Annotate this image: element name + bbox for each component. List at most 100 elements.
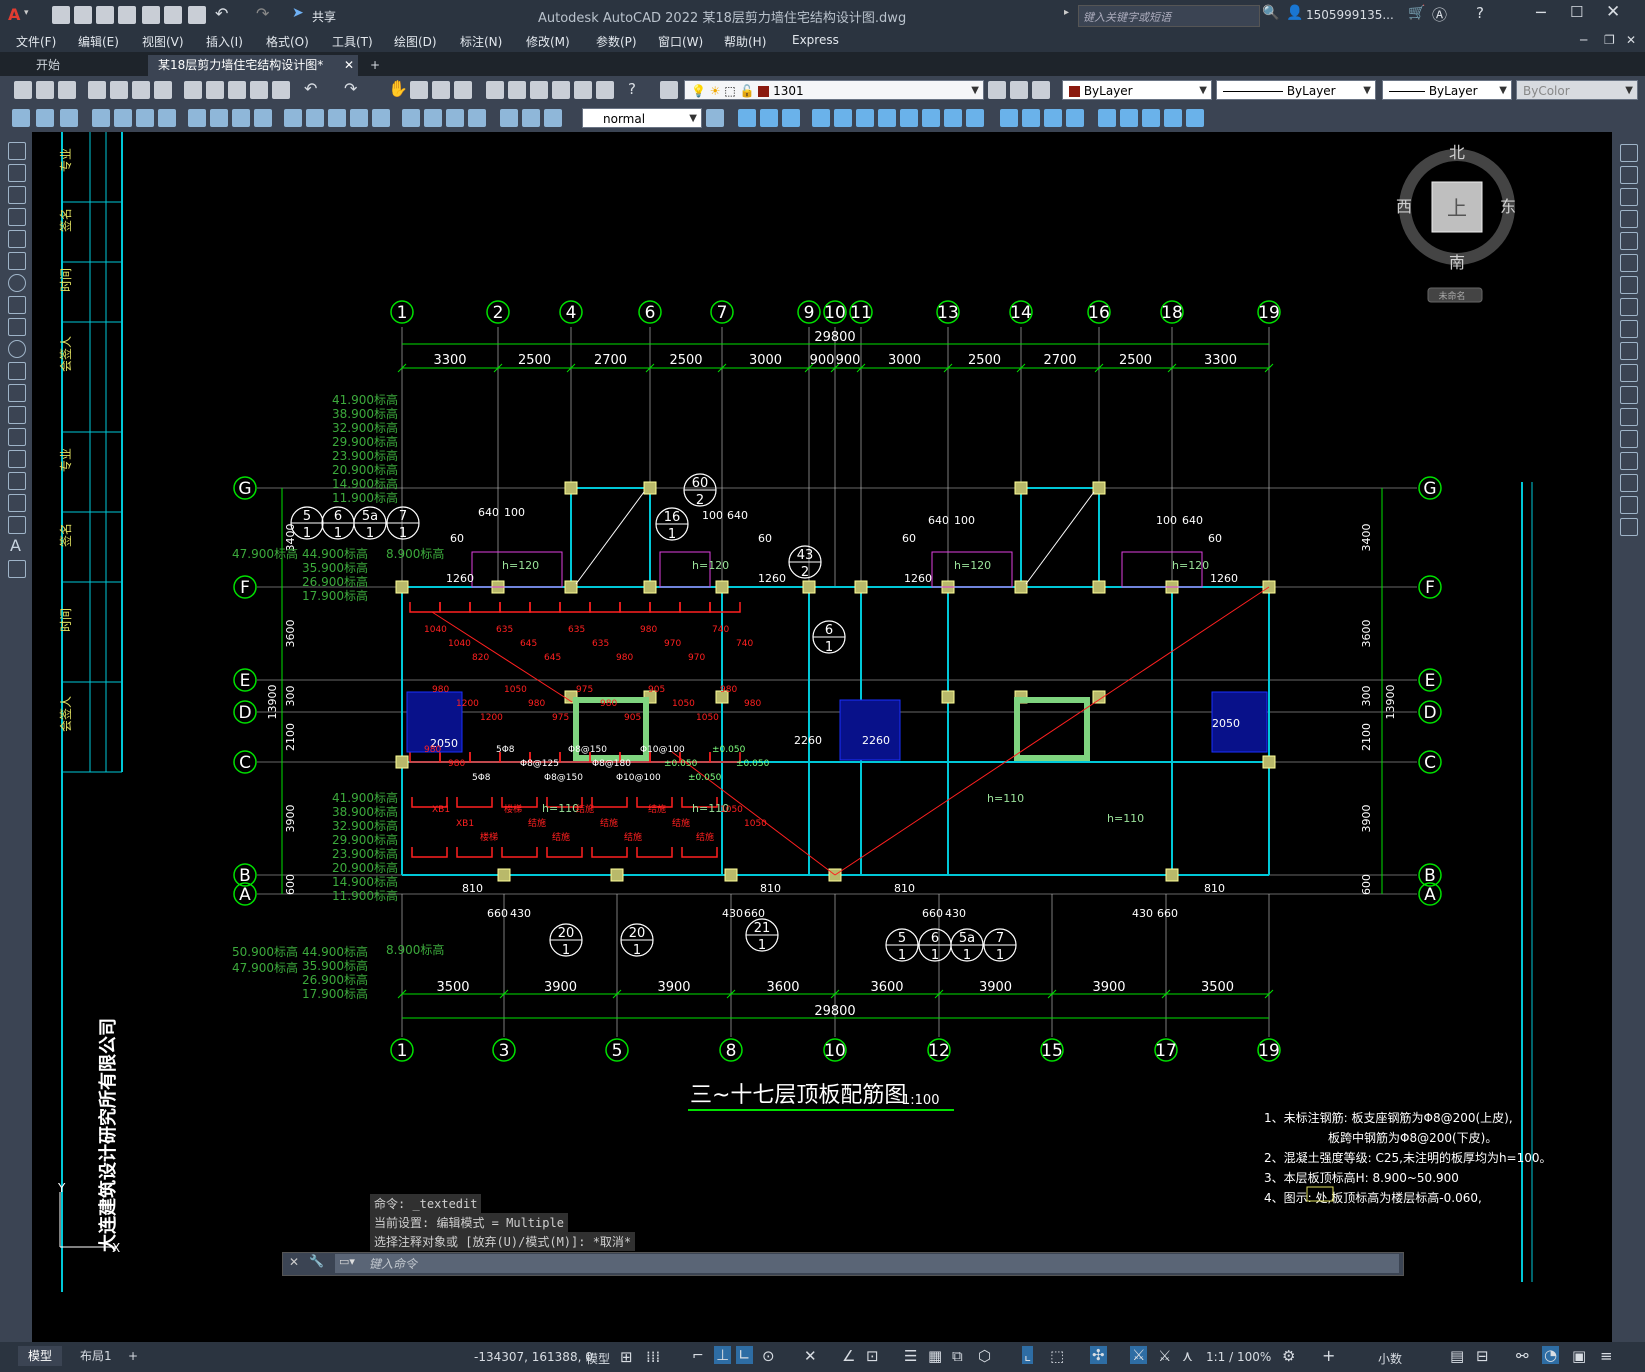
make-current-icon[interactable] bbox=[988, 81, 1006, 99]
annotation-scale[interactable]: 1:1 / 100% bbox=[1206, 1350, 1271, 1364]
hardware-accel-icon[interactable]: ◔ bbox=[1542, 1346, 1560, 1364]
blend-tool-icon[interactable] bbox=[1620, 474, 1638, 492]
cart-icon[interactable]: 🛒 bbox=[1408, 5, 1425, 21]
extend-tool-icon[interactable] bbox=[1620, 364, 1638, 382]
move-tool-icon[interactable] bbox=[1620, 254, 1638, 272]
gizmo-icon[interactable]: ✣ bbox=[1090, 1346, 1107, 1364]
layer-previous-icon[interactable] bbox=[1010, 81, 1028, 99]
linetype-combo[interactable]: ByLayer ▼ bbox=[1216, 80, 1376, 100]
otrack-icon[interactable]: ∠ bbox=[842, 1347, 855, 1365]
undo-tb-icon[interactable]: ↶ bbox=[304, 79, 317, 98]
spline-edit-icon[interactable] bbox=[1186, 109, 1204, 127]
isodraft-icon[interactable]: ✕ bbox=[804, 1347, 817, 1365]
command-customize-icon[interactable]: 🔧 bbox=[309, 1254, 324, 1268]
doc-restore-icon[interactable]: ❐ bbox=[1604, 33, 1615, 47]
layer-manager-icon[interactable] bbox=[660, 81, 678, 99]
command-close-icon[interactable]: ✕ bbox=[289, 1255, 299, 1269]
help-icon[interactable]: ? bbox=[1476, 4, 1484, 22]
move-icon[interactable] bbox=[856, 109, 874, 127]
rotate-icon[interactable] bbox=[878, 109, 896, 127]
viewcube[interactable]: 上 北南 东 西未命名 bbox=[1396, 143, 1516, 303]
menu-edit[interactable]: 编辑(E) bbox=[78, 33, 119, 50]
chamfer-tool-icon[interactable] bbox=[1620, 430, 1638, 448]
break-tool-icon[interactable] bbox=[1620, 386, 1638, 404]
trim-icon[interactable] bbox=[944, 109, 962, 127]
copy-obj-icon[interactable] bbox=[760, 109, 778, 127]
fillet-tool-icon[interactable] bbox=[1620, 452, 1638, 470]
user-icon[interactable]: 👤 bbox=[1286, 5, 1303, 21]
open-web-icon[interactable] bbox=[142, 6, 160, 24]
infer-icon[interactable]: ⌐ bbox=[692, 1348, 704, 1364]
join-tool-icon[interactable] bbox=[1620, 408, 1638, 426]
cut-icon[interactable] bbox=[184, 81, 202, 99]
menu-window[interactable]: 窗口(W) bbox=[658, 33, 703, 50]
qsave-icon[interactable] bbox=[58, 81, 76, 99]
tab-add-layout[interactable]: + bbox=[122, 1346, 144, 1366]
polyline-icon[interactable] bbox=[8, 186, 26, 204]
angular-icon[interactable] bbox=[254, 109, 272, 127]
gear-icon[interactable]: ⚙ bbox=[1282, 1347, 1295, 1365]
plot-icon[interactable] bbox=[188, 6, 206, 24]
dim-text-edit-icon[interactable] bbox=[522, 109, 540, 127]
units-display[interactable]: 小数 bbox=[1378, 1350, 1402, 1367]
zoom-window-icon[interactable] bbox=[432, 81, 450, 99]
close-icon[interactable]: ✕ bbox=[1606, 2, 1620, 22]
spline-icon[interactable] bbox=[8, 318, 26, 336]
clean-screen-icon[interactable]: ▣ bbox=[1572, 1347, 1586, 1365]
help-tb-icon[interactable]: ? bbox=[628, 80, 636, 98]
explode-2-tool-icon[interactable] bbox=[1620, 518, 1638, 536]
command-input[interactable]: ▭▾ 键入命令 bbox=[335, 1254, 1399, 1273]
save-as-icon[interactable] bbox=[118, 6, 136, 24]
stretch-icon[interactable] bbox=[922, 109, 940, 127]
user-name[interactable]: 1505999135... bbox=[1306, 8, 1394, 22]
autocad-logo-icon[interactable]: A bbox=[8, 5, 20, 24]
point-icon[interactable] bbox=[8, 428, 26, 446]
insert-block-icon[interactable] bbox=[8, 384, 26, 402]
coordinates[interactable]: -134307, 161388, 0 bbox=[474, 1350, 593, 1364]
doc-minimize-icon[interactable]: ─ bbox=[1580, 33, 1587, 47]
color-combo[interactable]: ByLayer ▼ bbox=[1062, 80, 1212, 100]
jogged-linear-icon[interactable] bbox=[468, 109, 486, 127]
menu-draw[interactable]: 绘图(D) bbox=[394, 33, 437, 50]
tolerance-icon[interactable] bbox=[402, 109, 420, 127]
autodesk-a360-icon[interactable]: Ⓐ bbox=[1432, 4, 1447, 25]
explode-icon[interactable] bbox=[1098, 109, 1116, 127]
lineweight-combo[interactable]: ByLayer ▼ bbox=[1382, 80, 1512, 100]
chevron-right-icon[interactable]: ▸ bbox=[1064, 7, 1069, 18]
autoscale-icon[interactable]: ⚔ bbox=[1158, 1347, 1171, 1365]
annotation-scale-icon[interactable]: ⋏ bbox=[1182, 1347, 1193, 1365]
tab-model[interactable]: 模型 bbox=[18, 1346, 63, 1366]
hatch-edit-icon[interactable] bbox=[1164, 109, 1182, 127]
open-icon[interactable] bbox=[74, 6, 92, 24]
lineweight-icon[interactable]: ☰ bbox=[904, 1347, 917, 1365]
app-menu-chevron-icon[interactable]: ▾ bbox=[24, 8, 29, 18]
ellipse-icon[interactable] bbox=[8, 340, 26, 358]
arc-icon[interactable] bbox=[8, 252, 26, 270]
layer-combo[interactable]: 💡 ☀ ⬚ 🔓 1301 ▼ bbox=[684, 80, 984, 100]
drawing-svg[interactable]: 专业签名时间会签人专业签名时间会签人大连建筑设计研究所有限公司YX 124679… bbox=[32, 132, 1612, 1342]
tb2-tool-3-icon[interactable] bbox=[60, 109, 78, 127]
inspection-icon[interactable] bbox=[446, 109, 464, 127]
sheet-set-icon[interactable] bbox=[552, 81, 570, 99]
polygon-icon[interactable] bbox=[8, 208, 26, 226]
share-icon[interactable]: ➤ bbox=[292, 5, 304, 21]
search-icon[interactable]: 🔍 bbox=[1262, 5, 1279, 21]
menu-parametric[interactable]: 参数(P) bbox=[596, 33, 637, 50]
menu-dimension[interactable]: 标注(N) bbox=[460, 33, 502, 50]
tab-close-icon[interactable]: ✕ bbox=[344, 55, 354, 76]
tab-layout1[interactable]: 布局1 bbox=[70, 1346, 122, 1366]
diameter-icon[interactable] bbox=[232, 109, 250, 127]
scale-icon[interactable] bbox=[900, 109, 918, 127]
match-properties-icon[interactable] bbox=[250, 81, 268, 99]
new-icon[interactable] bbox=[52, 6, 70, 24]
menu-file[interactable]: 文件(F) bbox=[16, 33, 56, 50]
paste-icon[interactable] bbox=[228, 81, 246, 99]
save-web-icon[interactable] bbox=[164, 6, 182, 24]
redo-tb-icon[interactable]: ↷ bbox=[344, 79, 357, 98]
rectangle-icon[interactable] bbox=[8, 230, 26, 248]
plotstyle-combo[interactable]: ByColor ▼ bbox=[1516, 80, 1638, 100]
lock-ui-icon[interactable]: ⊟ bbox=[1476, 1347, 1489, 1365]
menu-help[interactable]: 帮助(H) bbox=[724, 33, 766, 50]
region-icon[interactable] bbox=[8, 494, 26, 512]
snap-icon[interactable]: ⁞⁞⁞ bbox=[646, 1348, 660, 1366]
